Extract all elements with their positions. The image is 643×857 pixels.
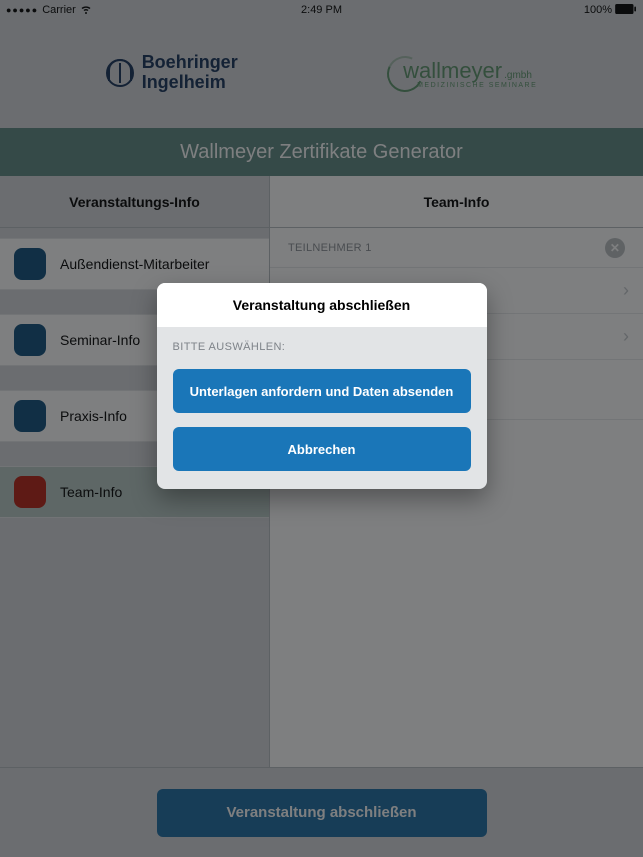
confirm-dialog: Veranstaltung abschließen BITTE AUSWÄHLE… — [157, 283, 487, 489]
dialog-title: Veranstaltung abschließen — [157, 283, 487, 327]
cancel-button-label: Abbrechen — [288, 442, 356, 457]
cancel-button[interactable]: Abbrechen — [173, 427, 471, 471]
dialog-title-text: Veranstaltung abschließen — [233, 297, 410, 313]
dialog-subtitle: BITTE AUSWÄHLEN: — [173, 341, 471, 353]
dialog-body: BITTE AUSWÄHLEN: Unterlagen anfordern un… — [157, 327, 487, 489]
submit-button-label: Unterlagen anfordern und Daten absenden — [190, 384, 454, 399]
submit-button[interactable]: Unterlagen anfordern und Daten absenden — [173, 369, 471, 413]
